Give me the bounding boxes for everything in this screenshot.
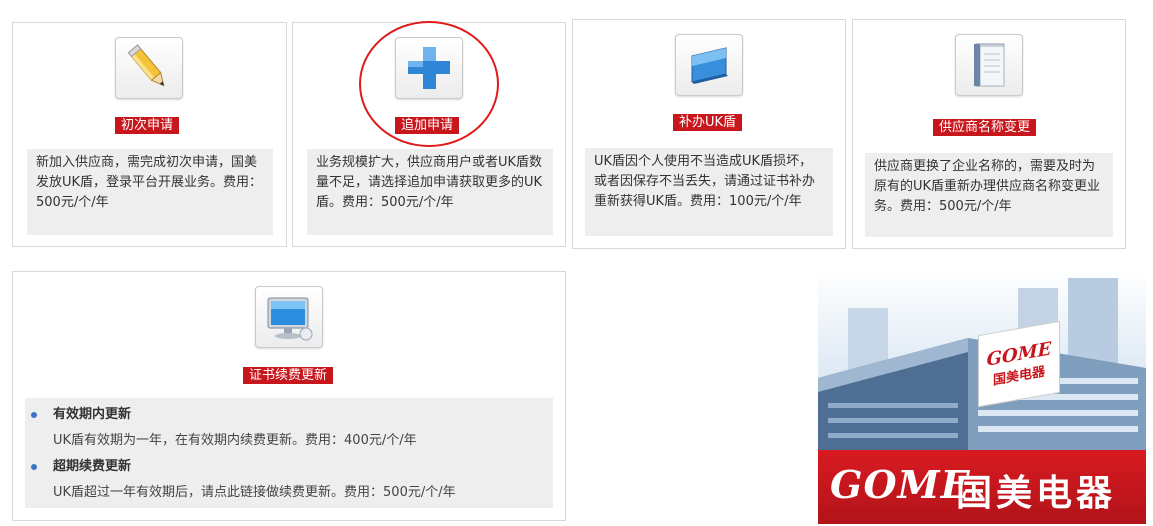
plus-icon (408, 47, 450, 89)
pencil-icon (127, 44, 165, 87)
rename-desc: 供应商更换了企业名称的，需要及时为原有的UK盾重新办理供应商名称变更业务。费用：… (865, 153, 1113, 237)
rename-link[interactable]: 供应商名称变更 (933, 119, 1037, 136)
rename-button[interactable] (955, 34, 1023, 96)
additional-apply-button[interactable] (395, 37, 463, 99)
service-card-reissue: 补办UK盾 UK盾因个人使用不当造成UK盾损坏，或者因保存不当丢失，请通过证书补… (572, 19, 846, 249)
service-card-initial: 初次申请 新加入供应商，需完成初次申请，国美发放UK盾，登录平台开展业务。费用：… (12, 22, 287, 247)
initial-apply-link[interactable]: 初次申请 (115, 117, 180, 134)
gome-logo: GOME (830, 462, 971, 507)
reissue-desc: UK盾因个人使用不当造成UK盾损坏，或者因保存不当丢失，请通过证书补办重新获得U… (585, 148, 833, 236)
renew-link[interactable]: 证书续费更新 (243, 367, 334, 384)
service-card-additional: 追加申请 业务规模扩大，供应商用户或者UK盾数量不足，请选择追加申请获取更多的U… (292, 21, 566, 247)
reissue-button[interactable] (675, 34, 743, 96)
notebook-icon (974, 43, 1005, 87)
initial-apply-button[interactable] (115, 37, 183, 99)
gome-name: 国美电器 (956, 473, 1117, 514)
bullet-icon (31, 464, 37, 470)
renew-button[interactable] (255, 286, 323, 348)
gome-banner: GOME 国美电器 (818, 450, 1146, 524)
renew-desc-panel: 有效期内更新 UK盾有效期为一年，在有效期内续费更新。费用：400元/个/年 超… (25, 398, 553, 508)
reissue-link[interactable]: 补办UK盾 (673, 114, 743, 131)
initial-apply-desc: 新加入供应商，需完成初次申请，国美发放UK盾，登录平台开展业务。费用：500元/… (27, 149, 273, 235)
renew-in-period-title: 有效期内更新 (53, 407, 132, 422)
gome-sign: GOME 国美电器 (978, 320, 1060, 408)
service-card-rename: 供应商名称变更 供应商更换了企业名称的，需要及时为原有的UK盾重新办理供应商名称… (852, 19, 1126, 249)
gome-brand-image: GOME 国美电器 GOME 国美电器 (818, 268, 1146, 524)
renew-in-period-text: UK盾有效期为一年，在有效期内续费更新。费用：400元/个/年 (53, 433, 417, 448)
bullet-icon (31, 412, 37, 418)
monitor-icon (267, 297, 313, 341)
renew-overdue-text[interactable]: UK盾超过一年有效期后，请点此链接做续费更新。费用：500元/个/年 (53, 483, 456, 503)
usb-key-icon (691, 47, 728, 84)
service-card-renew: 证书续费更新 有效期内更新 UK盾有效期为一年，在有效期内续费更新。费用：400… (12, 271, 566, 521)
additional-apply-desc: 业务规模扩大，供应商用户或者UK盾数量不足，请选择追加申请获取更多的UK盾。费用… (307, 149, 553, 235)
renew-overdue-title[interactable]: 超期续费更新 (53, 457, 131, 477)
additional-apply-link[interactable]: 追加申请 (395, 117, 460, 134)
